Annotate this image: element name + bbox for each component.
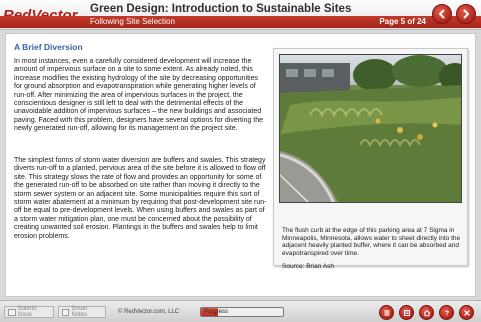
section-heading: A Brief Diversion xyxy=(14,42,83,52)
section-label: Following Site Selection xyxy=(90,17,175,26)
section-bar: Following Site Selection Page 5 of 24 xyxy=(0,16,481,28)
progress-label: Progress xyxy=(204,309,229,315)
help-button[interactable]: ? xyxy=(439,305,454,320)
submit-issue-icon xyxy=(8,308,16,316)
close-icon xyxy=(463,309,470,316)
glossary-button[interactable] xyxy=(399,305,414,320)
body-paragraph-2: The simplest forms of storm water divers… xyxy=(14,157,267,240)
photo-source: Source: Brian Ash xyxy=(282,263,335,270)
chevron-right-icon xyxy=(463,9,469,19)
smart-notes-label: Smart Notes xyxy=(71,306,88,318)
home-icon xyxy=(423,309,430,316)
photo-caption: The flush curb at the edge of this parki… xyxy=(282,227,461,257)
help-icon: ? xyxy=(444,310,448,316)
close-button[interactable] xyxy=(459,305,474,320)
page-indicator: Page 5 of 24 xyxy=(379,17,426,26)
footer-bar: Submit Issue Smart Notes © RedVector.com… xyxy=(0,300,481,322)
progress-bar: Progress xyxy=(200,307,284,317)
submit-issue-label: Submit Issue xyxy=(17,306,37,318)
previous-page-button[interactable] xyxy=(432,4,452,24)
svg-text:?: ? xyxy=(444,310,448,316)
copyright-text: © RedVector.com, LLC xyxy=(118,309,180,315)
smart-notes-button[interactable]: Smart Notes xyxy=(58,306,106,318)
header-bar: RedVector. Green Design: Introduction to… xyxy=(0,0,481,30)
next-page-button[interactable] xyxy=(456,4,476,24)
photo-illustration xyxy=(280,55,461,202)
menu-icon xyxy=(384,309,389,316)
menu-button[interactable] xyxy=(379,305,394,320)
glossary-icon xyxy=(403,309,410,316)
course-title: Green Design: Introduction to Sustainabl… xyxy=(90,3,352,15)
submit-issue-button[interactable]: Submit Issue xyxy=(4,306,54,318)
parking-buffer-photo xyxy=(279,54,462,203)
home-button[interactable] xyxy=(419,305,434,320)
content-panel: A Brief Diversion In most instances, eve… xyxy=(5,33,476,297)
chevron-left-icon xyxy=(439,9,445,19)
smart-notes-icon xyxy=(62,308,70,316)
body-paragraph-1: In most instances, even a carefully cons… xyxy=(14,58,264,133)
photo-card: The flush curb at the edge of this parki… xyxy=(273,48,468,270)
